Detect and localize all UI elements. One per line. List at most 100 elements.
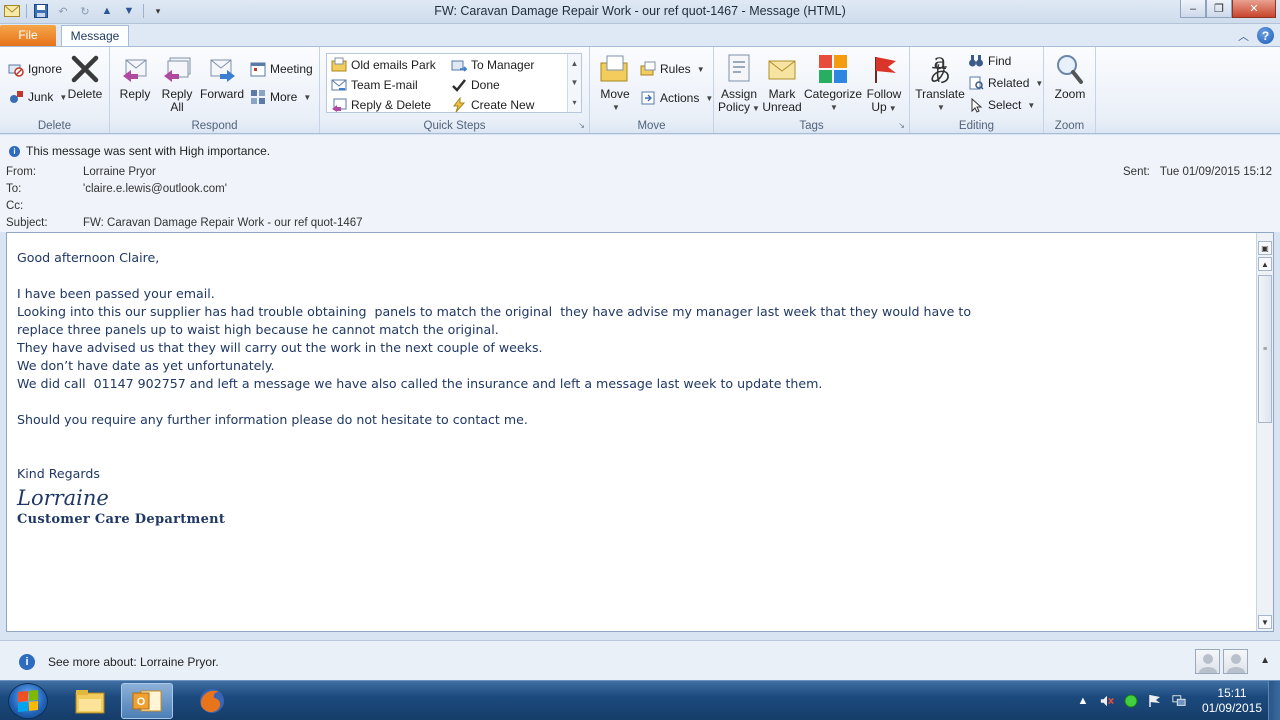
translate-label: Translate [915, 87, 965, 101]
meeting-label: Meeting [270, 62, 313, 76]
volume-muted-icon[interactable] [1100, 694, 1114, 708]
quickstep-reply-delete[interactable]: Reply & Delete [331, 97, 431, 113]
quickstep-to-manager[interactable]: To Manager [451, 57, 534, 73]
actions-icon [640, 90, 656, 106]
tab-file[interactable]: File [0, 25, 56, 46]
status-green-icon[interactable] [1124, 694, 1138, 708]
assign-policy-button[interactable]: Assign Policy ▼ [718, 53, 760, 115]
scroll-up-arrow[interactable]: ▲ [1258, 257, 1272, 271]
scroll-up-icon[interactable]: ▲ [571, 59, 579, 68]
junk-button[interactable]: Junk ▼ [8, 89, 67, 105]
related-button[interactable]: Related ▼ [968, 75, 1043, 91]
quick-steps-scroll[interactable]: ▲ ▼ ▾ [567, 54, 581, 112]
clock-time: 15:11 [1217, 686, 1247, 700]
from-value[interactable]: Lorraine Pryor [83, 166, 156, 178]
dialog-launcher-icon[interactable]: ↘ [898, 121, 905, 130]
move-button[interactable]: Move ▼ [596, 53, 634, 114]
maximize-button[interactable]: ❐ [1206, 0, 1232, 18]
signature-name: Lorraine [17, 486, 109, 510]
body-scrollbar[interactable]: ▣ ▲ ≡ ▼ [1256, 233, 1273, 631]
translate-button[interactable]: aあ Translate ▼ [914, 52, 966, 114]
reply-button[interactable]: Reply [118, 53, 152, 101]
info-icon: i [19, 654, 35, 670]
find-label: Find [988, 54, 1012, 68]
subject-value: FW: Caravan Damage Repair Work - our ref… [83, 217, 363, 229]
start-button[interactable] [8, 683, 48, 719]
importance-text: This message was sent with High importan… [26, 144, 271, 158]
body-regards: Kind Regards [17, 466, 100, 481]
move-group-label: Move [637, 120, 666, 132]
network-icon[interactable] [1172, 694, 1186, 708]
magnifier-icon [1054, 53, 1086, 85]
categorize-label: Categorize [803, 87, 863, 101]
quickstep-team-email[interactable]: Team E-mail [331, 77, 418, 93]
quickstep-create-new[interactable]: Create New [451, 97, 534, 113]
scroll-down-icon[interactable]: ▼ [571, 78, 579, 87]
help-icon[interactable]: ? [1257, 27, 1274, 44]
mark-unread-button[interactable]: Mark Unread [762, 53, 802, 114]
scroll-down-arrow[interactable]: ▼ [1258, 615, 1272, 629]
delete-button[interactable]: Delete [66, 53, 104, 101]
find-button[interactable]: Find [968, 53, 1011, 69]
forward-button[interactable]: Forward [200, 53, 244, 101]
related-label: Related [988, 76, 1030, 90]
select-button[interactable]: Select ▼ [968, 97, 1035, 113]
zoom-button[interactable]: Zoom [1050, 53, 1090, 101]
team-email-icon [331, 77, 347, 93]
follow-up-label-2: Up [871, 100, 887, 114]
meeting-icon [250, 61, 266, 77]
view-options-icon[interactable]: ▣ [1258, 241, 1272, 255]
taskbar-clock[interactable]: 15:11 01/09/2015 [1202, 686, 1262, 716]
delete-label: Delete [67, 87, 103, 101]
minimize-ribbon-icon[interactable]: ︿ [1238, 28, 1249, 44]
tab-message[interactable]: Message [61, 25, 129, 47]
reply-all-button[interactable]: Reply All [160, 53, 194, 114]
people-pane: i See more about: Lorraine Pryor. ▲ [0, 640, 1280, 680]
body-line: We did call 01147 902757 and left a mess… [17, 376, 823, 391]
message-header: i This message was sent with High import… [0, 135, 1280, 232]
reply-icon [119, 53, 151, 85]
categorize-button[interactable]: Categorize ▼ [804, 53, 862, 114]
ribbon: Ignore Junk ▼ Delete Delete Reply Reply … [0, 46, 1280, 134]
expand-gallery-icon[interactable]: ▾ [572, 98, 576, 107]
minimize-button[interactable]: – [1180, 0, 1206, 18]
close-button[interactable]: ✕ [1232, 0, 1276, 18]
meeting-button[interactable]: Meeting [250, 61, 313, 77]
follow-up-button[interactable]: Follow Up ▼ [864, 53, 904, 115]
delete-x-icon [69, 53, 101, 85]
scroll-thumb[interactable]: ≡ [1258, 275, 1272, 423]
quickstep-old-emails-park[interactable]: Old emails Park [331, 57, 436, 73]
expand-people-pane-icon[interactable]: ▲ [1260, 655, 1270, 666]
dialog-launcher-icon[interactable]: ↘ [578, 121, 585, 130]
quickstep-done[interactable]: Done [451, 77, 500, 93]
ribbon-tab-row: File Message ︿ ? [0, 24, 1280, 47]
forward-label: Forward [200, 87, 245, 101]
avatar[interactable] [1223, 649, 1248, 674]
taskbar-outlook[interactable]: O [121, 683, 173, 719]
respond-group: Reply Reply All Forward Meeting More ▼ R… [110, 47, 320, 133]
people-pane-text[interactable]: See more about: Lorraine Pryor. [48, 655, 219, 669]
binoculars-icon [968, 53, 984, 69]
ignore-button[interactable]: Ignore [8, 61, 62, 77]
sent-row: Sent: Tue 01/09/2015 15:12 [1123, 166, 1272, 178]
actions-button[interactable]: Actions ▼ [640, 90, 713, 106]
taskbar-firefox[interactable] [186, 683, 238, 719]
avatar[interactable] [1195, 649, 1220, 674]
delete-group-label: Delete [37, 120, 72, 132]
to-value[interactable]: 'claire.e.lewis@outlook.com' [83, 183, 227, 195]
info-icon: i [9, 145, 20, 157]
action-center-flag-icon[interactable] [1148, 694, 1162, 708]
reply-all-label-2: All [170, 100, 184, 114]
taskbar-explorer[interactable] [64, 683, 116, 719]
show-desktop-button[interactable] [1268, 681, 1280, 720]
cursor-icon [968, 97, 984, 113]
select-label: Select [988, 98, 1022, 112]
message-body[interactable]: Good afternoon Claire, I have been passe… [6, 232, 1274, 632]
tags-group-label: Tags [799, 120, 824, 132]
ignore-icon [8, 61, 24, 77]
zoom-label: Zoom [1054, 87, 1086, 101]
rules-button[interactable]: Rules ▼ [640, 61, 705, 77]
importance-banner: i This message was sent with High import… [9, 144, 270, 158]
show-hidden-icons-icon[interactable]: ▲ [1076, 694, 1090, 708]
more-respond-button[interactable]: More ▼ [250, 89, 311, 105]
